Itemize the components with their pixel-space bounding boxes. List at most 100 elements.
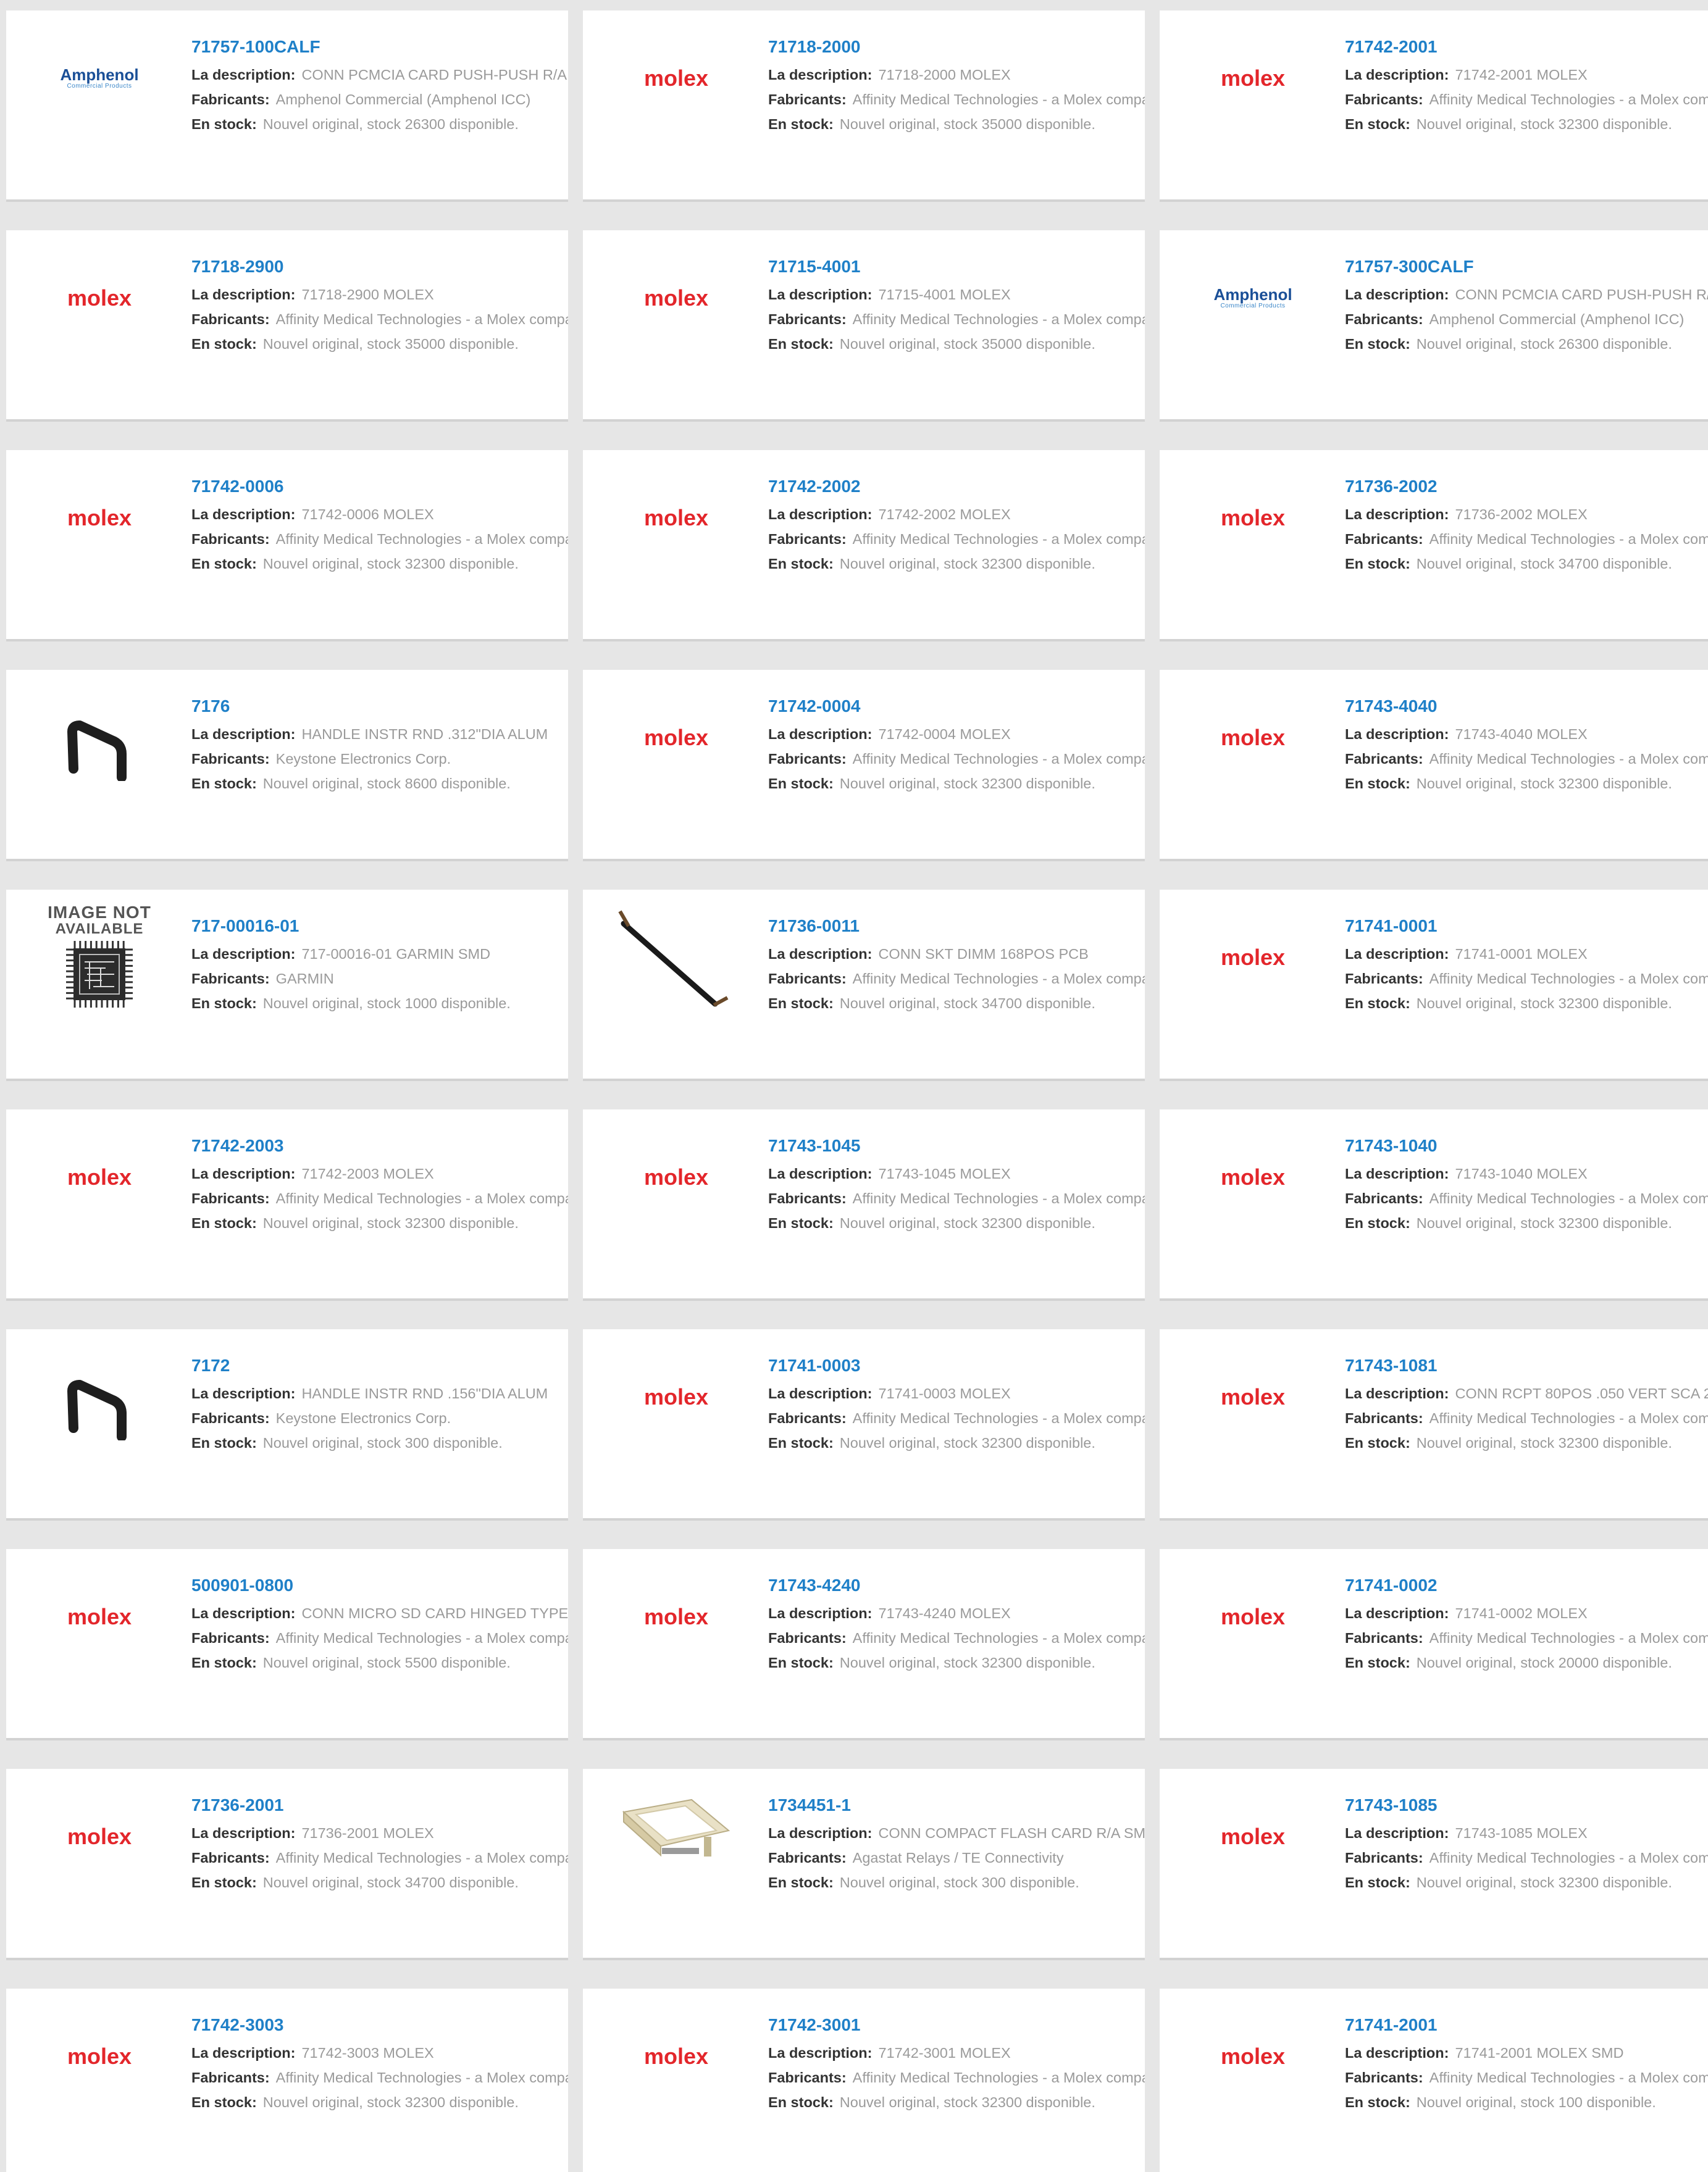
product-thumbnail[interactable]: molex — [611, 1134, 741, 1221]
part-number-link[interactable]: 71741-2001 — [1345, 2015, 1708, 2036]
manufacturer-label: Fabricants: — [1345, 91, 1423, 107]
stock-row: En stock: Nouvel original, stock 8600 dis… — [191, 771, 568, 796]
product-thumbnail[interactable]: molex — [1188, 1794, 1318, 1880]
product-thumbnail[interactable]: molex — [611, 35, 741, 122]
part-number-link[interactable]: 71736-2001 — [191, 1795, 568, 1816]
product-thumbnail[interactable]: molex — [35, 1574, 164, 1660]
product-thumbnail[interactable]: molex — [35, 475, 164, 561]
stock-row: En stock: Nouvel original, stock 26300 di… — [1345, 332, 1708, 356]
part-number-link[interactable]: 71743-1045 — [768, 1135, 1145, 1156]
product-thumbnail[interactable]: molex — [1188, 1134, 1318, 1221]
stock-label: En stock: — [191, 336, 257, 352]
molex-logo: molex — [1220, 1164, 1286, 1190]
stock-value: Nouvel original, stock 32300 disponible. — [1416, 775, 1672, 792]
product-thumbnail[interactable]: molex — [35, 1134, 164, 1221]
part-number-link[interactable]: 7176 — [191, 696, 568, 717]
part-number-link[interactable]: 71757-300CALF — [1345, 256, 1708, 277]
product-info: 71736-0011 La description: CONN SKT DIMM 1… — [768, 916, 1145, 1016]
product-thumbnail[interactable]: molex — [611, 2013, 741, 2100]
manufacturer-label: Fabricants: — [768, 91, 847, 107]
part-number-link[interactable]: 71718-2000 — [768, 36, 1145, 57]
product-thumbnail[interactable] — [35, 1354, 164, 1440]
stock-label: En stock: — [768, 775, 834, 792]
stock-value: Nouvel original, stock 300 disponible. — [839, 1874, 1079, 1890]
product-thumbnail[interactable]: molex — [611, 1574, 741, 1660]
part-number-link[interactable]: 71741-0003 — [768, 1355, 1145, 1376]
part-number-link[interactable]: 71742-2003 — [191, 1135, 568, 1156]
manufacturer-row: Fabricants: Affinity Medical Technologies… — [1345, 746, 1708, 771]
description-value: HANDLE INSTR RND .156"DIA ALUM — [301, 1385, 548, 1401]
part-number-link[interactable]: 71742-0004 — [768, 696, 1145, 717]
product-thumbnail[interactable]: molex — [611, 695, 741, 781]
product-thumbnail[interactable]: molex — [1188, 1574, 1318, 1660]
part-number-link[interactable]: 71741-0001 — [1345, 916, 1708, 937]
product-thumbnail[interactable]: Amphenol Commercial Products — [1188, 255, 1318, 341]
manufacturer-row: Fabricants: Affinity Medical Technologies… — [191, 527, 568, 551]
part-number-link[interactable]: 71736-0011 — [768, 916, 1145, 937]
part-number-link[interactable]: 71736-2002 — [1345, 476, 1708, 497]
product-thumbnail[interactable]: molex — [611, 1354, 741, 1440]
manufacturer-value: Affinity Medical Technologies - a Molex … — [275, 1630, 568, 1646]
part-number-link[interactable]: 71743-1081 — [1345, 1355, 1708, 1376]
product-thumbnail[interactable]: molex — [35, 1794, 164, 1880]
product-thumbnail[interactable]: molex — [611, 475, 741, 561]
part-number-link[interactable]: 71743-1085 — [1345, 1795, 1708, 1816]
product-thumbnail[interactable]: molex — [35, 2013, 164, 2100]
part-number-link[interactable]: 71742-3003 — [191, 2015, 568, 2036]
part-number-link[interactable]: 71742-3001 — [768, 2015, 1145, 2036]
product-thumbnail[interactable]: molex — [1188, 35, 1318, 122]
stock-value: Nouvel original, stock 32300 disponible. — [1416, 1435, 1672, 1451]
description-label: La description: — [768, 946, 873, 962]
product-thumbnail[interactable]: molex — [611, 255, 741, 341]
description-row: La description: 71718-2900 MOLEX — [191, 282, 568, 307]
manufacturer-label: Fabricants: — [191, 311, 270, 327]
part-number-link[interactable]: 71742-0006 — [191, 476, 568, 497]
stock-row: En stock: Nouvel original, stock 32300 di… — [1345, 771, 1708, 796]
product-thumbnail[interactable]: IMAGE NOT AVAILABLE — [35, 904, 164, 1008]
manufacturer-label: Fabricants: — [1345, 2070, 1423, 2086]
description-label: La description: — [1345, 67, 1449, 83]
product-thumbnail[interactable]: molex — [35, 255, 164, 341]
product-thumbnail[interactable]: molex — [1188, 2013, 1318, 2100]
product-thumbnail[interactable]: molex — [1188, 914, 1318, 1001]
part-number-link[interactable]: 71742-2001 — [1345, 36, 1708, 57]
product-thumbnail[interactable] — [611, 1794, 741, 1880]
stock-row: En stock: Nouvel original, stock 35000 di… — [768, 112, 1145, 136]
manufacturer-row: Fabricants: Affinity Medical Technologies… — [768, 1186, 1145, 1211]
manufacturer-label: Fabricants: — [191, 1410, 270, 1426]
molex-logo: molex — [1220, 725, 1286, 750]
molex-logo: molex — [67, 2044, 132, 2069]
stock-label: En stock: — [1345, 995, 1410, 1011]
part-number-link[interactable]: 71741-0002 — [1345, 1575, 1708, 1596]
product-thumbnail[interactable]: molex — [1188, 1354, 1318, 1440]
part-number-link[interactable]: 71743-4040 — [1345, 696, 1708, 717]
part-number-link[interactable]: 717-00016-01 — [191, 916, 568, 937]
part-number-link[interactable]: 500901-0800 — [191, 1575, 568, 1596]
part-number-link[interactable]: 71718-2900 — [191, 256, 568, 277]
manufacturer-label: Fabricants: — [1345, 1850, 1423, 1866]
stock-label: En stock: — [1345, 775, 1410, 792]
part-number-link[interactable]: 71743-4240 — [768, 1575, 1145, 1596]
product-thumbnail[interactable]: Amphenol Commercial Products — [35, 35, 164, 122]
product-thumbnail[interactable]: molex — [1188, 475, 1318, 561]
stock-row: En stock: Nouvel original, stock 20000 di… — [1345, 1650, 1708, 1675]
product-thumbnail[interactable] — [35, 695, 164, 781]
description-label: La description: — [191, 1825, 296, 1841]
product-thumbnail[interactable] — [611, 910, 741, 1007]
manufacturer-row: Fabricants: Affinity Medical Technologies… — [1345, 1406, 1708, 1431]
image-not-available-line2: AVAILABLE — [55, 921, 144, 937]
stock-label: En stock: — [1345, 336, 1410, 352]
product-card: molex 71736-2001 La description: 71736-2001… — [6, 1769, 568, 1960]
part-number-link[interactable]: 71743-1040 — [1345, 1135, 1708, 1156]
stock-row: En stock: Nouvel original, stock 32300 di… — [768, 551, 1145, 576]
part-number-link[interactable]: 71715-4001 — [768, 256, 1145, 277]
product-info: 71743-4240 La description: 71743-4240 MOLE… — [768, 1575, 1145, 1675]
part-number-link[interactable]: 7172 — [191, 1355, 568, 1376]
product-card: molex 71742-0004 La description: 71742-0004… — [583, 670, 1145, 861]
stock-label: En stock: — [191, 995, 257, 1011]
part-number-link[interactable]: 71757-100CALF — [191, 36, 568, 57]
part-number-link[interactable]: 71742-2002 — [768, 476, 1145, 497]
product-thumbnail[interactable]: molex — [1188, 695, 1318, 781]
stock-value: Nouvel original, stock 26300 disponible. — [262, 116, 519, 132]
part-number-link[interactable]: 1734451-1 — [768, 1795, 1145, 1816]
